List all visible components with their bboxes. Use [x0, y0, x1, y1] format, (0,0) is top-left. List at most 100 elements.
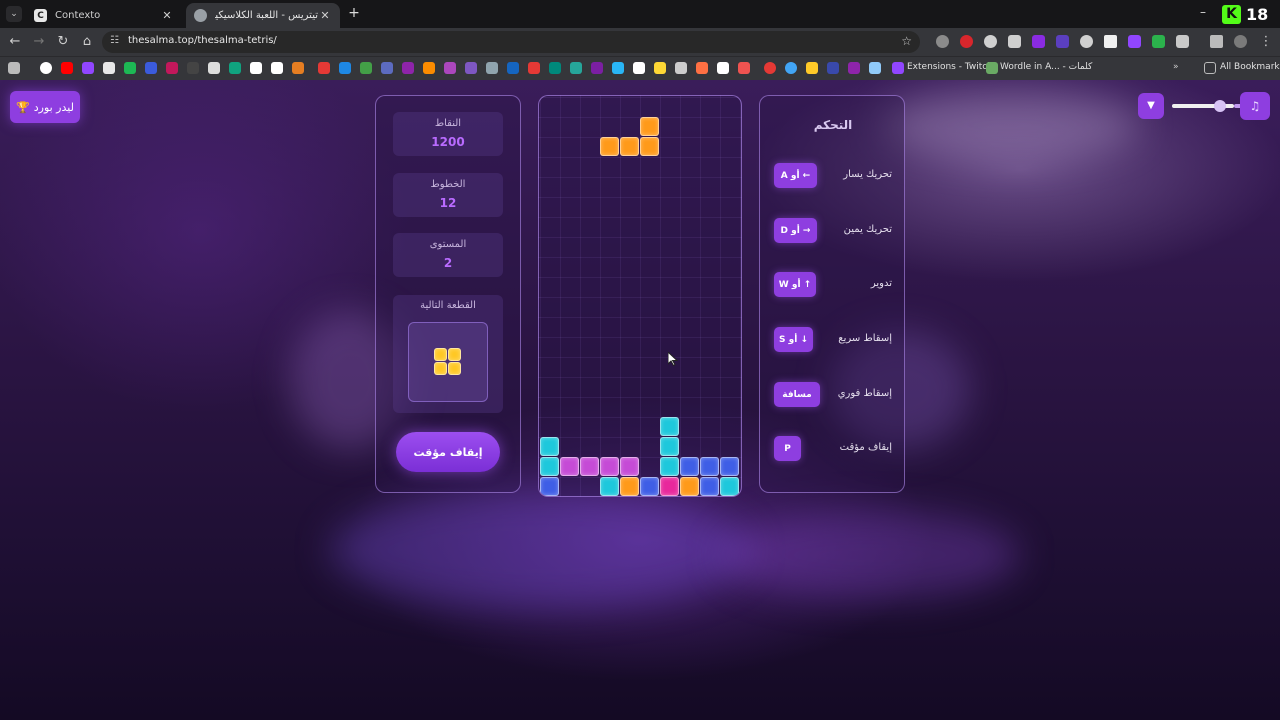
locked-block — [540, 437, 559, 456]
bookmark-icon[interactable] — [208, 62, 220, 74]
stats-panel: النقاط 1200 الخطوط 12 المستوى 2 القطعة ا… — [375, 95, 521, 493]
minimize-button[interactable]: – — [1196, 5, 1210, 19]
bookmark-icon[interactable] — [423, 62, 435, 74]
bookmark-icon[interactable] — [869, 62, 881, 74]
extension-icon[interactable] — [1152, 35, 1165, 48]
bookmark-twitch-label[interactable]: Extensions - Twitch — [907, 62, 993, 72]
locked-block — [600, 457, 619, 476]
key-badge: A أو ← — [774, 163, 817, 188]
extension-icon[interactable] — [1104, 35, 1117, 48]
all-bookmarks-label[interactable]: All Bookmarks — [1220, 62, 1280, 72]
audio-controls: ▼ ♫ — [1138, 92, 1270, 121]
bookmark-icon[interactable] — [764, 62, 776, 74]
bookmark-icon[interactable] — [549, 62, 561, 74]
bookmark-icon[interactable] — [40, 62, 52, 74]
reload-icon[interactable]: ↻ — [55, 34, 71, 50]
tab-contexto[interactable]: C Contexto ✕ — [26, 3, 182, 28]
bookmark-icon[interactable] — [444, 62, 456, 74]
profile-avatar-icon[interactable] — [1234, 35, 1247, 48]
close-tab-icon[interactable]: ✕ — [318, 9, 332, 22]
bookmark-icon[interactable] — [82, 62, 94, 74]
bookmark-icon[interactable] — [738, 62, 750, 74]
locked-block — [720, 457, 739, 476]
bookmark-icon[interactable] — [339, 62, 351, 74]
bookmarks-bar: Extensions - Twitch Wordle in A... - كلم… — [0, 56, 1280, 80]
bookmark-icon[interactable] — [507, 62, 519, 74]
extension-icon[interactable] — [1056, 35, 1069, 48]
bookmark-icon[interactable] — [654, 62, 666, 74]
bookmark-icon[interactable] — [591, 62, 603, 74]
bookmark-icon[interactable] — [848, 62, 860, 74]
bookmark-icon[interactable] — [187, 62, 199, 74]
reading-list-icon[interactable] — [1210, 35, 1223, 48]
bookmark-icon[interactable] — [806, 62, 818, 74]
extension-icon[interactable] — [960, 35, 973, 48]
bookmark-icon[interactable] — [570, 62, 582, 74]
address-bar[interactable]: ☷ thesalma.top/thesalma-tetris/ ☆ — [102, 31, 920, 53]
bookmark-icon[interactable] — [292, 62, 304, 74]
bookmark-icon[interactable] — [145, 62, 157, 74]
bookmark-icon[interactable] — [229, 62, 241, 74]
falling-piece-block — [640, 137, 659, 156]
bookmark-icon[interactable] — [103, 62, 115, 74]
apps-grid-icon[interactable] — [8, 62, 20, 74]
back-icon[interactable]: ← — [7, 34, 23, 50]
falling-piece-block — [640, 117, 659, 136]
home-icon[interactable]: ⌂ — [79, 34, 95, 50]
shield-extension-icon[interactable] — [1008, 35, 1021, 48]
wordle-bookmark-icon[interactable] — [986, 62, 998, 74]
key-badge: S أو ↓ — [774, 327, 813, 352]
extension-icon[interactable] — [984, 35, 997, 48]
bookmark-icon[interactable] — [271, 62, 283, 74]
tab-tetris[interactable]: تيتريس - اللعبة الكلاسيكية ✕ — [186, 3, 340, 28]
new-tab-button[interactable]: + — [346, 5, 362, 21]
leaderboard-button[interactable]: 🏆 ليدر بورد — [10, 91, 80, 123]
site-settings-icon[interactable]: ☷ — [110, 35, 119, 46]
tetris-board[interactable] — [538, 95, 742, 497]
bookmark-icon[interactable] — [827, 62, 839, 74]
bookmark-wordle-label[interactable]: Wordle in A... - كلمات — [1000, 62, 1092, 72]
next-piece-preview — [408, 322, 488, 402]
bookmark-icon[interactable] — [696, 62, 708, 74]
bookmark-icon[interactable] — [486, 62, 498, 74]
bookmark-icon[interactable] — [612, 62, 624, 74]
extension-icon[interactable] — [1032, 35, 1045, 48]
bookmark-star-icon[interactable]: ☆ — [901, 34, 912, 48]
bookmark-icon[interactable] — [465, 62, 477, 74]
bookmark-icon[interactable] — [785, 62, 797, 74]
bookmark-icon[interactable] — [360, 62, 372, 74]
control-row-move-right: D أو → تحريك يمين — [760, 218, 906, 244]
bookmark-icon[interactable] — [528, 62, 540, 74]
control-action-label: إسقاط سريع — [838, 333, 892, 344]
locked-block — [660, 437, 679, 456]
puzzle-extensions-icon[interactable] — [1176, 35, 1189, 48]
twitch-bookmark-icon[interactable] — [892, 62, 904, 74]
forward-icon[interactable]: → — [31, 34, 47, 50]
music-speaker-icon[interactable]: ♫ — [1240, 92, 1270, 120]
bookmark-icon[interactable] — [250, 62, 262, 74]
menu-kebab-icon[interactable]: ⋮ — [1258, 34, 1274, 50]
bookmark-icon[interactable] — [675, 62, 687, 74]
trophy-icon: 🏆 — [16, 100, 30, 114]
background-glow — [880, 90, 1140, 160]
close-tab-icon[interactable]: ✕ — [160, 9, 174, 22]
bookmark-icon[interactable] — [381, 62, 393, 74]
bookmark-icon[interactable] — [717, 62, 729, 74]
bookmark-icon[interactable] — [124, 62, 136, 74]
locked-block — [620, 457, 639, 476]
bookmark-icon[interactable] — [402, 62, 414, 74]
locked-block — [700, 477, 719, 496]
dropdown-arrow-icon[interactable]: ▼ — [1138, 93, 1164, 119]
twitch-extension-icon[interactable] — [1128, 35, 1141, 48]
tab-search-button[interactable]: ⌄ — [6, 6, 22, 22]
volume-extension-icon[interactable] — [1080, 35, 1093, 48]
bookmarks-overflow-icon[interactable]: » — [1173, 62, 1179, 72]
bookmark-icon[interactable] — [633, 62, 645, 74]
falling-piece-block — [600, 137, 619, 156]
bookmark-icon[interactable] — [61, 62, 73, 74]
bookmark-icon[interactable] — [166, 62, 178, 74]
pause-button[interactable]: إيقاف مؤقت — [396, 432, 500, 472]
bookmark-icon[interactable] — [318, 62, 330, 74]
extension-icon[interactable] — [936, 35, 949, 48]
volume-slider-knob[interactable] — [1214, 100, 1226, 112]
